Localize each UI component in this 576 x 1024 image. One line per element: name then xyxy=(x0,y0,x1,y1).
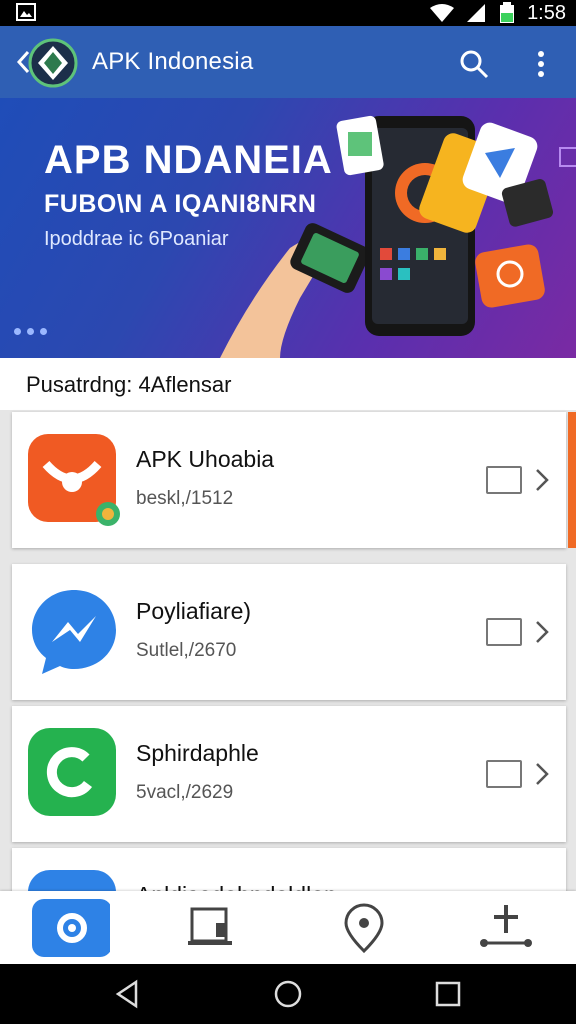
banner-subheadline: FUBO\N A IQANI8NRN xyxy=(44,190,317,218)
nav-settings-icon[interactable] xyxy=(30,899,110,957)
chevron-right-icon[interactable] xyxy=(534,466,550,494)
app-meta: beskl,/1512 xyxy=(136,488,234,509)
carousel-dot xyxy=(27,328,34,335)
wifi-icon xyxy=(430,4,455,22)
app-meta: Sutlel,/2670 xyxy=(136,640,237,661)
section-header: Pusatrdng: 4Aflensar xyxy=(0,358,576,410)
app-title: APK Indonesia xyxy=(92,48,254,75)
signal-icon xyxy=(467,4,486,22)
battery-icon xyxy=(500,2,515,23)
chevron-right-icon[interactable] xyxy=(534,760,550,788)
system-navigation-bar xyxy=(0,964,576,1024)
app-orange-icon xyxy=(28,434,120,526)
app-list-item[interactable]: Poyliafiare) Sutlel,/2670 xyxy=(12,564,566,700)
carousel-dot xyxy=(40,328,47,335)
messenger-icon xyxy=(32,590,116,674)
select-checkbox[interactable] xyxy=(486,618,522,646)
selected-accent-bar xyxy=(568,412,576,548)
nav-tools-icon[interactable] xyxy=(466,899,546,957)
app-list-item[interactable]: APK Uhoabia beskl,/1512 xyxy=(12,412,576,548)
carousel-dot xyxy=(14,328,21,335)
nav-downloads-icon[interactable] xyxy=(170,899,250,957)
more-options-icon[interactable] xyxy=(534,48,548,80)
select-checkbox[interactable] xyxy=(486,466,522,494)
back-icon[interactable] xyxy=(112,978,144,1010)
chevron-right-icon[interactable] xyxy=(534,618,550,646)
search-icon[interactable] xyxy=(458,48,490,80)
recents-icon[interactable] xyxy=(432,978,464,1010)
bottom-navigation xyxy=(0,891,576,964)
app-name: Poyliafiare) xyxy=(136,598,252,624)
app-logo-icon xyxy=(28,38,78,88)
green-app-icon xyxy=(28,728,116,816)
select-checkbox[interactable] xyxy=(486,760,522,788)
banner-tagline: Ipoddrae ic 6Poaniar xyxy=(44,228,229,250)
app-name: Sphirdaphle xyxy=(136,740,259,766)
banner-headline: APB NDANEIA xyxy=(44,138,333,182)
nav-location-icon[interactable] xyxy=(324,899,404,957)
status-bar: 1:58 xyxy=(0,0,576,26)
app-name: APK Uhoabia xyxy=(136,446,275,472)
home-icon[interactable] xyxy=(272,978,304,1010)
app-list-item[interactable]: Sphirdaphle 5vacl,/2629 xyxy=(12,706,566,842)
status-time: 1:58 xyxy=(527,1,566,24)
gallery-notification-icon xyxy=(16,3,36,21)
section-label: Pusatrdng: 4Aflensar xyxy=(26,372,232,397)
promo-banner[interactable]: APB NDANEIA FUBO\N A IQANI8NRN Ipoddrae … xyxy=(0,98,576,358)
carousel-indicator xyxy=(14,328,47,335)
app-bar: APK Indonesia xyxy=(0,26,576,98)
app-meta: 5vacl,/2629 xyxy=(136,782,234,803)
